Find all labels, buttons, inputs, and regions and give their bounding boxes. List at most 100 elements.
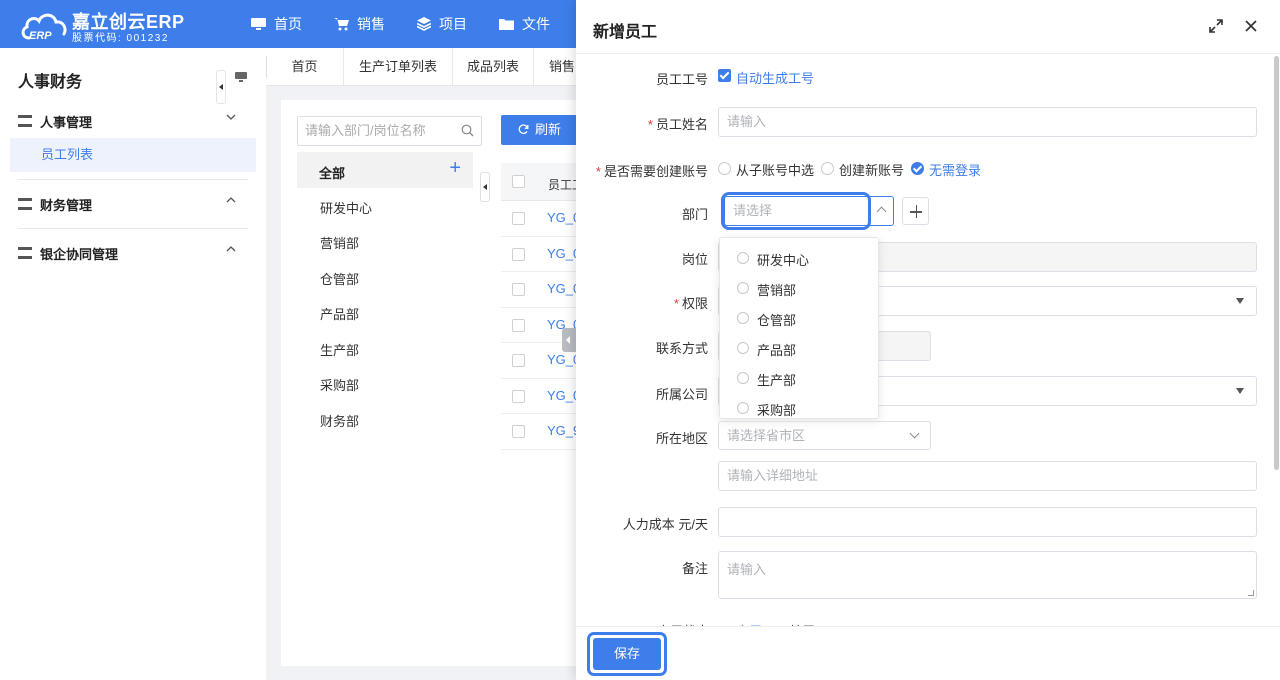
- row-checkbox[interactable]: [512, 212, 525, 225]
- sidebar-group-label: 人事管理: [40, 114, 93, 130]
- refresh-button[interactable]: 刷新: [501, 115, 581, 145]
- table-row[interactable]: YG_0: [501, 379, 586, 414]
- field-label: 所属公司: [655, 387, 708, 402]
- dropdown-option[interactable]: 营销部: [720, 273, 878, 303]
- table-row[interactable]: YG_0: [501, 201, 586, 237]
- main-nav: 首页 销售 项目 文件: [235, 0, 566, 48]
- input-placeholder: 请输入详细地址: [727, 468, 819, 483]
- row-checkbox[interactable]: [512, 389, 525, 403]
- radio-label[interactable]: 创建新账号: [839, 160, 904, 179]
- region-label: 所在地区: [656, 428, 708, 447]
- table-row[interactable]: YG_9: [501, 414, 586, 450]
- dropdown-option[interactable]: 采购部: [720, 393, 878, 418]
- nav-sales[interactable]: 销售: [318, 0, 401, 48]
- auto-generate-checkbox[interactable]: [718, 69, 731, 82]
- refresh-icon: [518, 124, 529, 135]
- radio-from-subaccount[interactable]: [718, 162, 731, 175]
- dropdown-option[interactable]: 仓管部: [720, 303, 878, 333]
- row-checkbox[interactable]: [512, 425, 525, 438]
- tab-production-orders[interactable]: 生产订单列表: [344, 48, 453, 85]
- close-icon[interactable]: [1243, 18, 1259, 34]
- labor-cost-input[interactable]: [718, 507, 1257, 537]
- radio-create-account[interactable]: [821, 162, 834, 175]
- nav-home[interactable]: 首页: [235, 0, 318, 48]
- region-select[interactable]: 请选择省市区: [718, 421, 931, 450]
- resize-handle-icon[interactable]: [1248, 590, 1254, 596]
- cart-icon: [334, 18, 349, 31]
- department-dropdown: 研发中心 营销部 仓管部 产品部 生产部 采购部: [719, 237, 879, 419]
- dropdown-option[interactable]: 产品部: [720, 333, 878, 363]
- field-label: 岗位: [681, 252, 708, 267]
- department-label: 部门: [682, 204, 708, 223]
- drawer-handle[interactable]: [562, 328, 576, 352]
- row-checkbox[interactable]: [512, 247, 525, 261]
- drawer-header: 新增员工: [576, 0, 1280, 54]
- dept-tree-item[interactable]: 营销部: [320, 233, 359, 252]
- save-button[interactable]: 保存: [593, 638, 661, 670]
- dept-tree-item[interactable]: 采购部: [320, 375, 359, 394]
- monitor-icon[interactable]: [235, 72, 247, 83]
- drawer-scrollbar[interactable]: [1274, 56, 1279, 470]
- employee-name-input[interactable]: 请输入: [718, 107, 1257, 137]
- dept-tree-item[interactable]: 生产部: [320, 340, 359, 359]
- stock-code: 股票代码: 001232: [72, 33, 169, 44]
- row-checkbox[interactable]: [512, 318, 525, 332]
- option-label: 仓管部: [757, 313, 797, 328]
- radio-dot: [737, 372, 749, 384]
- dept-tree-item[interactable]: 研发中心: [320, 198, 372, 217]
- field-label: 权限: [681, 296, 708, 311]
- position-label: 岗位: [682, 249, 708, 268]
- labor-cost-label: 人力成本 元/天: [623, 514, 708, 533]
- add-department-button[interactable]: [902, 197, 929, 225]
- nav-project[interactable]: 项目: [401, 0, 483, 48]
- auto-generate-label[interactable]: 自动生成工号: [736, 68, 814, 87]
- dept-search-input[interactable]: 请输入部门/岗位名称: [297, 116, 482, 146]
- employee-panel: 请输入部门/岗位名称 刷新 全部 + 研发中心 营销部 仓管部 产品部 生产部 …: [281, 100, 586, 666]
- row-checkbox[interactable]: [512, 283, 525, 296]
- tab-product-list[interactable]: 成品列表: [453, 48, 534, 85]
- refresh-label: 刷新: [535, 122, 562, 137]
- address-input[interactable]: 请输入详细地址: [718, 461, 1257, 491]
- contact-label: 联系方式: [656, 338, 708, 357]
- required-mark: *: [595, 164, 601, 179]
- nav-project-label: 项目: [439, 16, 467, 32]
- radio-no-login[interactable]: [911, 162, 924, 175]
- field-label: 人力成本 元/天: [622, 517, 708, 532]
- dept-tree-all[interactable]: 全部 +: [297, 152, 473, 188]
- table-row[interactable]: YG_0: [501, 237, 586, 272]
- sidebar-collapse-button[interactable]: [216, 70, 226, 104]
- row-checkbox[interactable]: [512, 354, 525, 367]
- sidebar-item-employee-list[interactable]: 员工列表: [10, 138, 256, 172]
- select-all-checkbox[interactable]: [512, 175, 525, 188]
- logo[interactable]: ERP 嘉立创云ERP 股票代码: 001232: [20, 6, 190, 44]
- sidebar-group-finance[interactable]: 财务管理: [18, 193, 248, 215]
- input-placeholder: 请输入: [727, 562, 767, 577]
- sidebar-group-bank[interactable]: 银企协同管理: [18, 242, 248, 264]
- remark-textarea[interactable]: 请输入: [718, 551, 1257, 599]
- nav-files[interactable]: 文件: [483, 0, 566, 48]
- expand-icon[interactable]: [1208, 18, 1224, 34]
- account-label: * 是否需要创建账号: [596, 161, 708, 180]
- employee-name-label: * 员工姓名: [648, 114, 708, 133]
- dropdown-option[interactable]: 研发中心: [720, 243, 878, 273]
- dept-tree-all-label: 全部: [319, 166, 346, 181]
- dropdown-option[interactable]: 生产部: [720, 363, 878, 393]
- radio-dot: [737, 312, 749, 324]
- table-row[interactable]: YG_0: [501, 272, 586, 308]
- radio-dot: [737, 402, 749, 414]
- tab-home[interactable]: 首页: [266, 48, 344, 85]
- dept-tree-item[interactable]: 财务部: [320, 411, 359, 430]
- radio-label[interactable]: 从子账号中选: [736, 160, 814, 179]
- tree-collapse-button[interactable]: [480, 172, 490, 202]
- chevron-up-icon: [226, 197, 236, 203]
- caret-down-icon: [1236, 388, 1244, 394]
- dept-tree-item[interactable]: 产品部: [320, 304, 359, 323]
- dept-tree-item[interactable]: 仓管部: [320, 269, 359, 288]
- sidebar-group-hr[interactable]: 人事管理: [18, 110, 248, 132]
- drawer-footer: 保存: [576, 626, 1280, 680]
- radio-label[interactable]: 无需登录: [929, 160, 981, 179]
- page-tabs: 首页 生产订单列表 成品列表 销售: [266, 48, 586, 86]
- table-header: 员工工: [501, 163, 586, 201]
- add-dept-icon[interactable]: +: [449, 158, 461, 178]
- nav-sales-label: 销售: [357, 16, 385, 32]
